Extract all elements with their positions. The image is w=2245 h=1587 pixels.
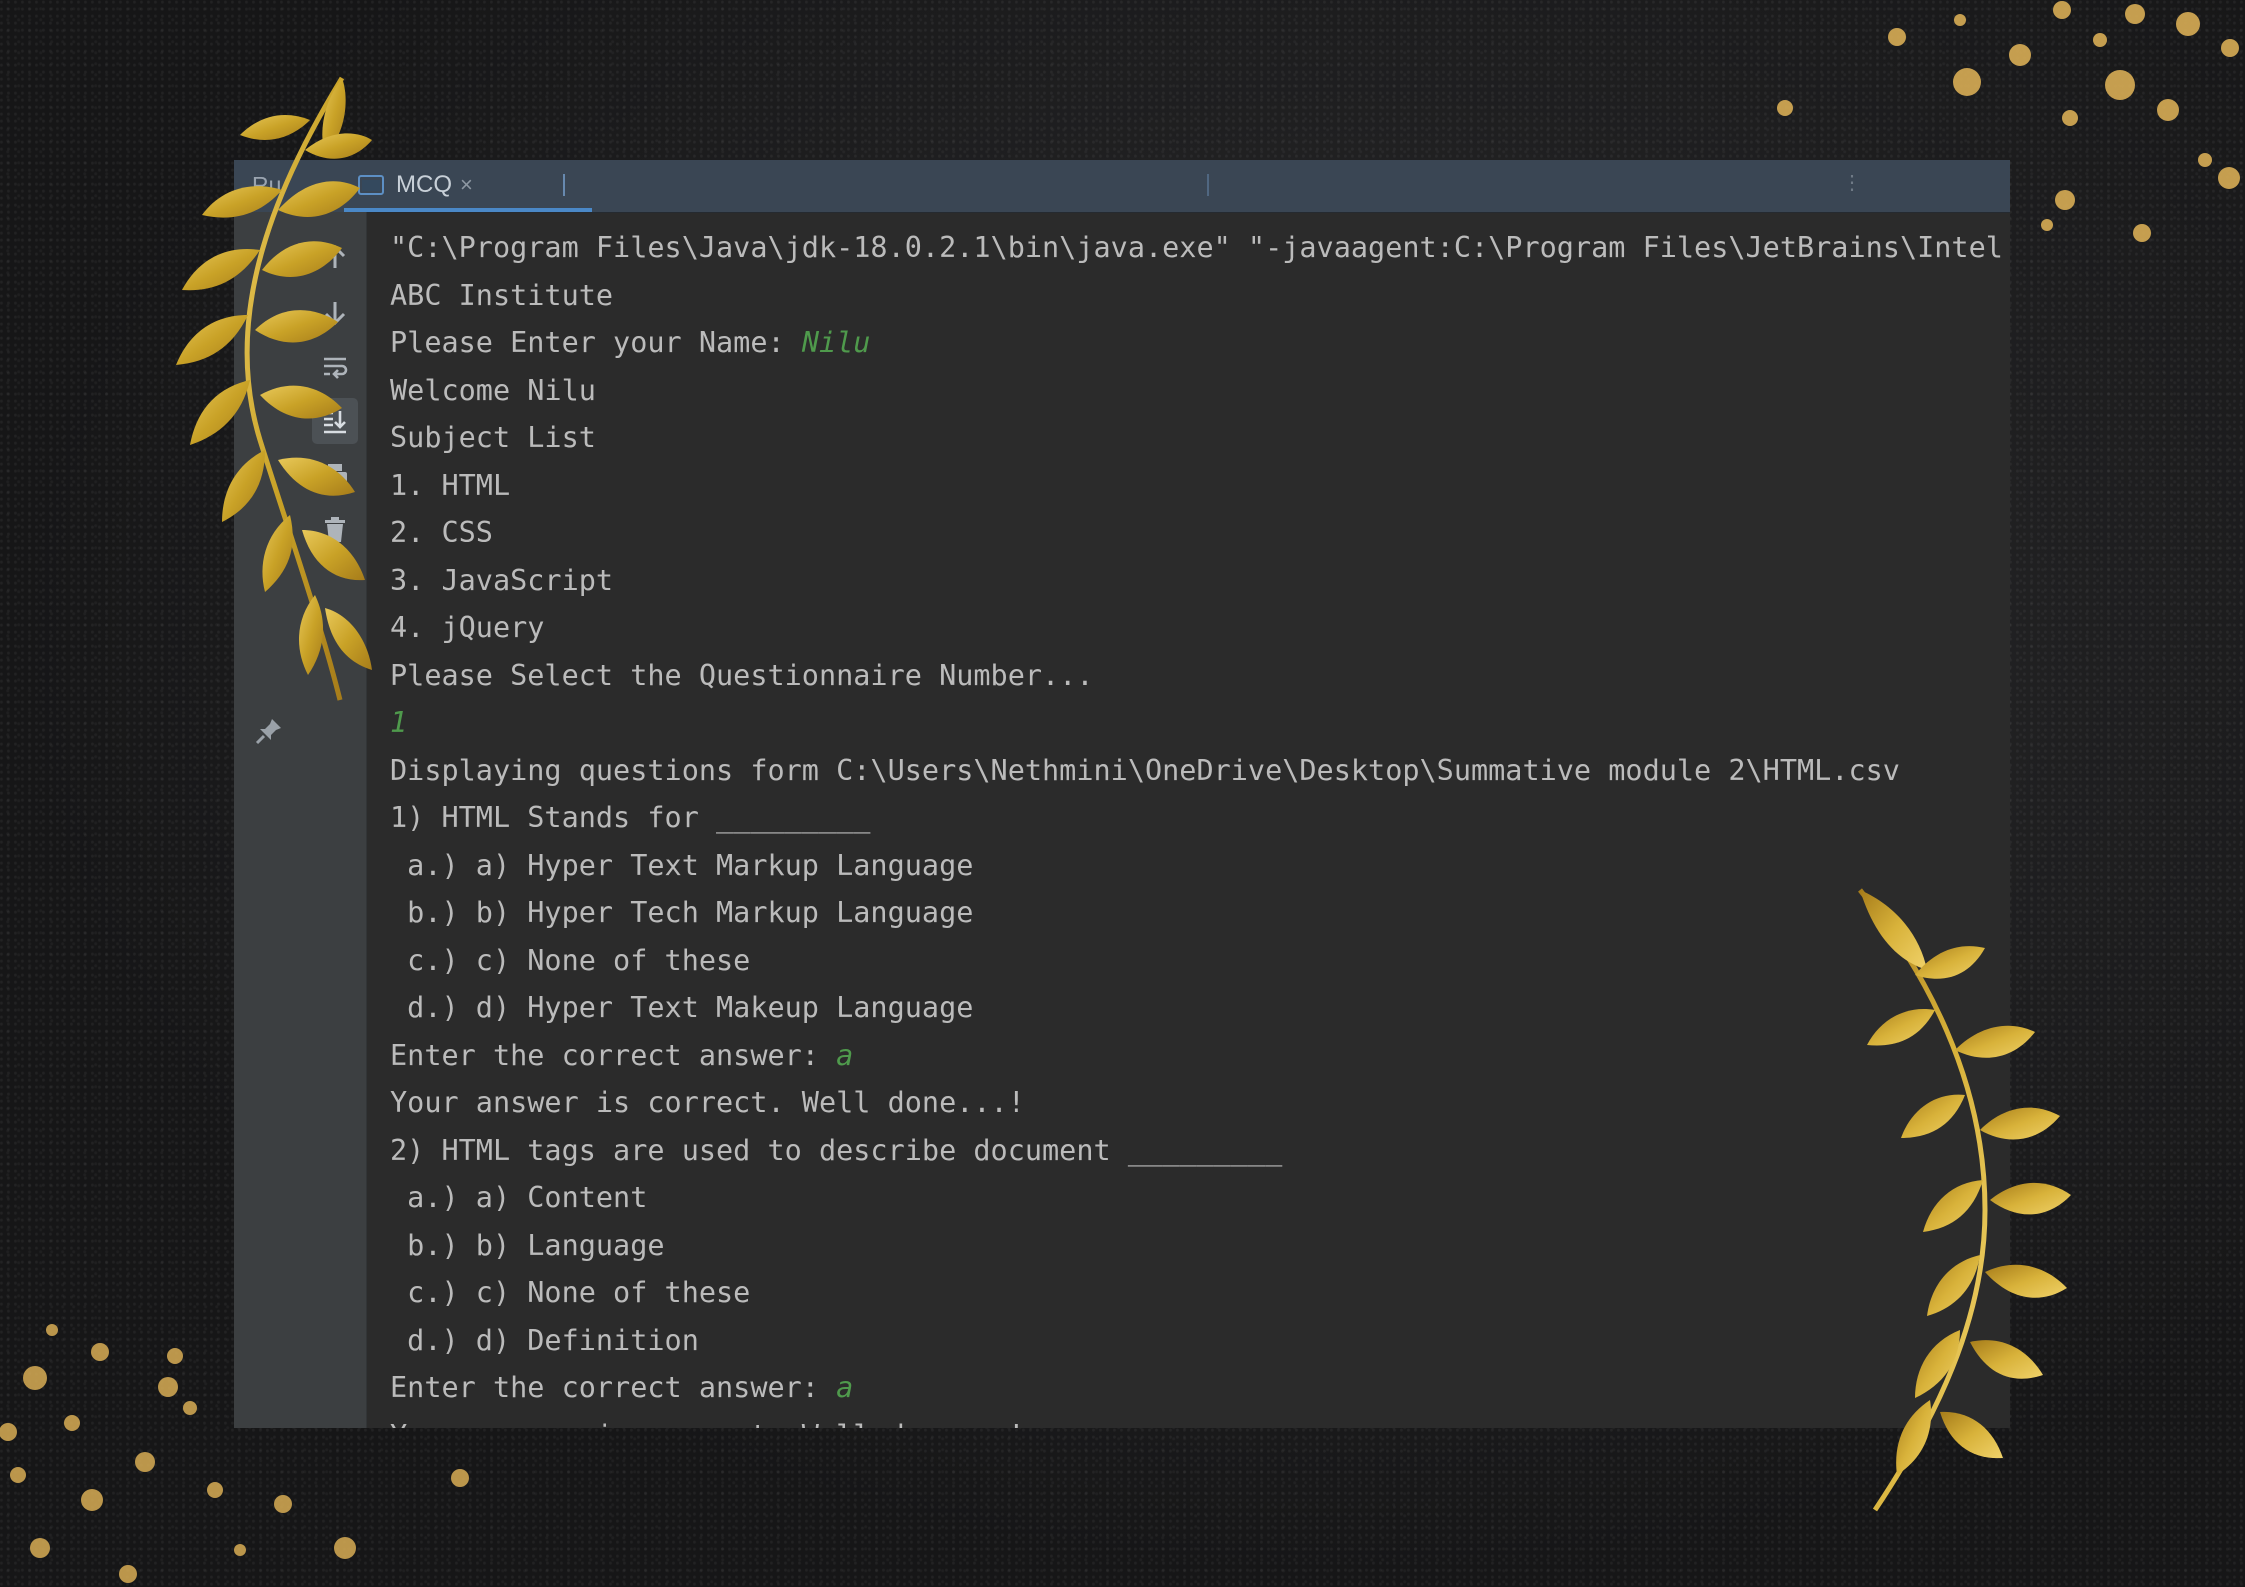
console-line-text: a.) a) Content: [390, 1181, 648, 1214]
gold-leaf-branch-right: [1858, 888, 2071, 1512]
console-line: 3. JavaScript: [390, 557, 2010, 605]
console-line-text: Enter the correct answer:: [390, 1371, 837, 1404]
console-line: 1) HTML Stands for _________: [390, 794, 2010, 842]
console-line-text: d.) d) Hyper Text Makeup Language: [390, 991, 974, 1024]
console-line-text: ABC Institute: [390, 278, 614, 312]
console-user-input: Nilu: [801, 326, 871, 359]
console-line-text: 1. HTML: [390, 468, 511, 502]
console-line-text: Please Select the Questionnaire Number..…: [390, 658, 1094, 692]
console-line: Your answer is correct. Well done...!: [390, 1412, 2010, 1429]
console-line: c.) c) None of these: [390, 937, 2010, 985]
ide-run-console-window: Ru MCQ × ⋮ "C:\Program Files\Java\jdk-18…: [234, 160, 2010, 1428]
tabbar-divider: [563, 174, 565, 196]
console-user-input: a: [836, 1371, 854, 1404]
console-line: 4. jQuery: [390, 604, 2010, 652]
console-line: Your answer is correct. Well done...!: [390, 1079, 2010, 1127]
console-line: Enter the correct answer: a: [390, 1364, 2010, 1412]
console-line-text: Enter the correct answer:: [390, 1038, 837, 1072]
console-line: b.) b) Language: [390, 1222, 2010, 1270]
console-line: b.) b) Hyper Tech Markup Language: [390, 889, 2010, 937]
console-line: a.) a) Content: [390, 1174, 2010, 1222]
console-line-text: d.) d) Definition: [390, 1323, 699, 1357]
tabbar-divider: [1207, 174, 1209, 196]
console-line: c.) c) None of these: [390, 1269, 2010, 1317]
more-options-icon[interactable]: ⋮: [1842, 170, 1862, 194]
console-line: Displaying questions form C:\Users\Nethm…: [390, 747, 2010, 795]
console-line-text: b.) b) Hyper Tech Markup Language: [390, 896, 974, 929]
console-line: 2. CSS: [390, 509, 2010, 557]
console-line: d.) d) Hyper Text Makeup Language: [390, 984, 2010, 1032]
console-line: 1. HTML: [390, 462, 2010, 510]
console-line: Enter the correct answer: a: [390, 1032, 2010, 1080]
console-line-text: 2. CSS: [390, 516, 493, 549]
tab-label: MCQ: [396, 171, 452, 198]
console-line-text: Please Enter your Name:: [390, 326, 802, 359]
console-line: 2) HTML tags are used to describe docume…: [390, 1127, 2010, 1175]
console-line: Please Enter your Name: Nilu: [390, 319, 2010, 367]
console-line: "C:\Program Files\Java\jdk-18.0.2.1\bin\…: [390, 224, 2010, 272]
console-line-text: b.) b) Language: [390, 1228, 665, 1262]
console-line: Please Select the Questionnaire Number..…: [390, 652, 2010, 700]
console-line-text: Displaying questions form C:\Users\Nethm…: [390, 753, 1900, 787]
console-line: Subject List: [390, 414, 2010, 462]
console-output[interactable]: "C:\Program Files\Java\jdk-18.0.2.1\bin\…: [390, 224, 2010, 1428]
console-line-text: c.) c) None of these: [390, 943, 751, 977]
console-line-text: 2) HTML tags are used to describe docume…: [390, 1133, 1283, 1167]
console-line-text: Subject List: [390, 421, 596, 454]
gold-leaf-branch-left: [176, 76, 372, 701]
console-line-text: 4. jQuery: [390, 611, 545, 644]
console-user-input: 1: [390, 706, 408, 739]
console-line: d.) d) Definition: [390, 1317, 2010, 1365]
console-line-text: Welcome Nilu: [390, 373, 596, 407]
console-line-text: 1) HTML Stands for _________: [390, 801, 871, 834]
run-tool-tabbar: Ru MCQ × ⋮: [234, 160, 2010, 213]
console-line-text: a.) a) Hyper Text Markup Language: [390, 848, 974, 882]
console-line: ABC Institute: [390, 272, 2010, 320]
console-user-input: a: [836, 1038, 854, 1072]
console-line-text: Your answer is correct. Well done...!: [390, 1419, 1025, 1429]
console-line-text: Your answer is correct. Well done...!: [390, 1086, 1025, 1119]
console-line: 1: [390, 699, 2010, 747]
console-line-text: "C:\Program Files\Java\jdk-18.0.2.1\bin\…: [390, 231, 2003, 264]
console-line-text: 3. JavaScript: [390, 563, 614, 597]
console-line: a.) a) Hyper Text Markup Language: [390, 842, 2010, 890]
close-icon[interactable]: ×: [460, 172, 473, 198]
console-line-text: c.) c) None of these: [390, 1276, 751, 1309]
console-line: Welcome Nilu: [390, 367, 2010, 415]
